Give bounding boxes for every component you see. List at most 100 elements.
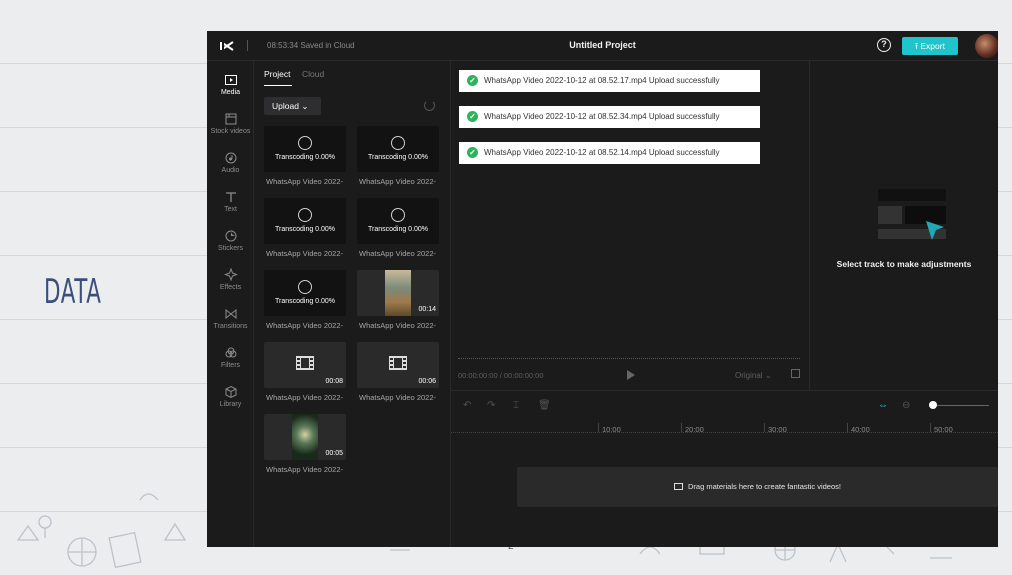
sparkle-icon	[223, 268, 238, 282]
sticker-icon	[225, 230, 236, 242]
tick-line	[930, 423, 931, 432]
delete-icon[interactable]: 🗑	[538, 401, 551, 411]
upload-arrow-icon: ⭱	[915, 41, 919, 51]
avatar[interactable]	[975, 34, 998, 58]
zoom-slider-handle[interactable]	[929, 401, 937, 409]
play-icon[interactable]	[627, 370, 635, 380]
media-thumbnail[interactable]: Transcoding 0.00%	[264, 126, 346, 172]
zoom-out-icon[interactable]: ⊖	[902, 401, 912, 411]
rail-label: Effects	[219, 284, 242, 291]
media-item-name: WhatsApp Video 2022-	[266, 465, 343, 474]
time-current: 00:00:00:00	[458, 371, 498, 380]
media-thumbnail[interactable]: 00:08	[264, 342, 346, 388]
tab-project[interactable]: Project	[264, 69, 290, 79]
player-divider	[458, 358, 800, 359]
upload-button[interactable]: Upload ⌄	[264, 97, 321, 115]
media-item-name: WhatsApp Video 2022-	[359, 249, 436, 258]
undo-icon[interactable]: ↶	[463, 401, 473, 411]
loading-spinner-icon	[298, 136, 312, 150]
rail-item-effects[interactable]: Effects	[207, 268, 254, 291]
media-thumbnail[interactable]: Transcoding 0.00%	[264, 198, 346, 244]
media-thumbnail[interactable]: Transcoding 0.00%	[357, 126, 439, 172]
rail-label: Library	[219, 401, 242, 408]
adjust-placeholder-text: Select track to make adjustments	[836, 259, 972, 269]
bowtie-icon	[225, 308, 236, 320]
video-duration: 00:08	[325, 378, 343, 385]
video-clip-icon	[674, 483, 683, 490]
upload-label: Upload	[272, 101, 299, 111]
rail-label: Media	[220, 89, 241, 96]
tab-cloud[interactable]: Cloud	[302, 69, 324, 79]
fullscreen-icon[interactable]	[791, 369, 800, 378]
media-thumbnail[interactable]: 00:06	[357, 342, 439, 388]
media-panel: Project Cloud Upload ⌄ Transcoding 0.00%…	[254, 61, 451, 547]
check-circle-icon: ✓	[467, 147, 478, 158]
help-icon[interactable]: ?	[877, 38, 891, 52]
rail-item-stickers[interactable]: Stickers	[207, 229, 254, 252]
tick-line	[598, 423, 599, 432]
rail-item-filters[interactable]: Filters	[207, 346, 254, 369]
upload-toast: ✓ WhatsApp Video 2022-10-12 at 08.52.17.…	[459, 70, 760, 92]
tick-line	[847, 423, 848, 432]
tick-label: 30:00	[768, 425, 787, 434]
top-bar: 08:53:34 Saved in Cloud Untitled Project…	[207, 31, 998, 61]
toast-message: WhatsApp Video 2022-10-12 at 08.52.17.mp…	[484, 76, 720, 85]
chevron-down-icon: ⌄	[764, 371, 772, 380]
media-thumbnail[interactable]: 00:14	[357, 270, 439, 316]
rail-item-text[interactable]: Text	[207, 190, 254, 213]
rail-item-stock-videos[interactable]: Stock videos	[207, 112, 254, 135]
media-thumbnail[interactable]: Transcoding 0.00%	[357, 198, 439, 244]
rail-item-library[interactable]: Library	[207, 385, 254, 408]
cube-icon	[225, 385, 236, 399]
drop-zone-message: Drag materials here to create fantastic …	[688, 482, 841, 491]
redo-icon[interactable]: ↷	[487, 401, 497, 411]
transcoding-status: Transcoding 0.00%	[274, 298, 336, 305]
tick-line	[764, 423, 765, 432]
snap-icon[interactable]: ⇔	[878, 401, 888, 411]
rail-item-transitions[interactable]: Transitions	[207, 307, 254, 330]
media-item-name: WhatsApp Video 2022-	[266, 249, 343, 258]
media-item-name: WhatsApp Video 2022-	[266, 177, 343, 186]
rail-label: Filters	[220, 362, 241, 369]
media-item-name: WhatsApp Video 2022-	[359, 321, 436, 330]
media-thumbnail[interactable]: Transcoding 0.00%	[264, 270, 346, 316]
rail-label: Transitions	[213, 323, 248, 330]
film-strip-icon	[296, 356, 314, 370]
loading-spinner-icon	[391, 136, 405, 150]
toast-message: WhatsApp Video 2022-10-12 at 08.52.14.mp…	[484, 148, 720, 157]
select-track-illustration-icon	[878, 189, 946, 240]
timeline-drop-zone[interactable]: Drag materials here to create fantastic …	[517, 467, 998, 507]
transcoding-status: Transcoding 0.00%	[274, 154, 336, 161]
transcoding-status: Transcoding 0.00%	[367, 154, 429, 161]
filter-circles-icon	[225, 347, 236, 358]
rail-item-media[interactable]: Media	[207, 73, 254, 96]
time-display: 00:00:00:00 / 00:00:00:00	[458, 371, 544, 380]
ratio-dropdown[interactable]: Original ⌄	[735, 371, 772, 380]
music-note-icon	[225, 152, 236, 164]
split-icon[interactable]: ⌶	[513, 401, 523, 411]
film-strip-icon	[389, 356, 407, 370]
rail-label: Text	[224, 206, 237, 213]
tick-line	[681, 423, 682, 432]
active-tab-underline	[264, 85, 292, 86]
video-duration: 00:06	[418, 378, 436, 385]
media-item-name: WhatsApp Video 2022-	[359, 177, 436, 186]
timeline-panel: ↶ ↷ ⌶ 🗑 ⇔ ⊖ 10:00 20:00 30:00 40:00 50:0…	[451, 390, 998, 547]
media-item-name: WhatsApp Video 2022-	[266, 393, 343, 402]
rail-item-audio[interactable]: Audio	[207, 151, 254, 174]
loading-spinner-icon	[298, 280, 312, 294]
video-duration: 00:14	[418, 306, 436, 313]
media-item-name: WhatsApp Video 2022-	[359, 393, 436, 402]
refresh-icon[interactable]	[424, 100, 435, 111]
video-duration: 00:05	[325, 450, 343, 457]
toast-message: WhatsApp Video 2022-10-12 at 08.52.34.mp…	[484, 112, 720, 121]
media-thumbnail[interactable]: 00:05	[264, 414, 346, 460]
slide-title: DATA	[44, 272, 102, 312]
tick-label: 40:00	[851, 425, 870, 434]
export-button[interactable]: ⭱ Export	[902, 37, 958, 55]
chevron-down-icon: ⌄	[301, 101, 309, 111]
export-label: Export	[920, 41, 945, 51]
upload-toast: ✓ WhatsApp Video 2022-10-12 at 08.52.14.…	[459, 142, 760, 164]
zoom-slider[interactable]	[933, 405, 989, 406]
video-editor-window: 08:53:34 Saved in Cloud Untitled Project…	[207, 31, 998, 547]
